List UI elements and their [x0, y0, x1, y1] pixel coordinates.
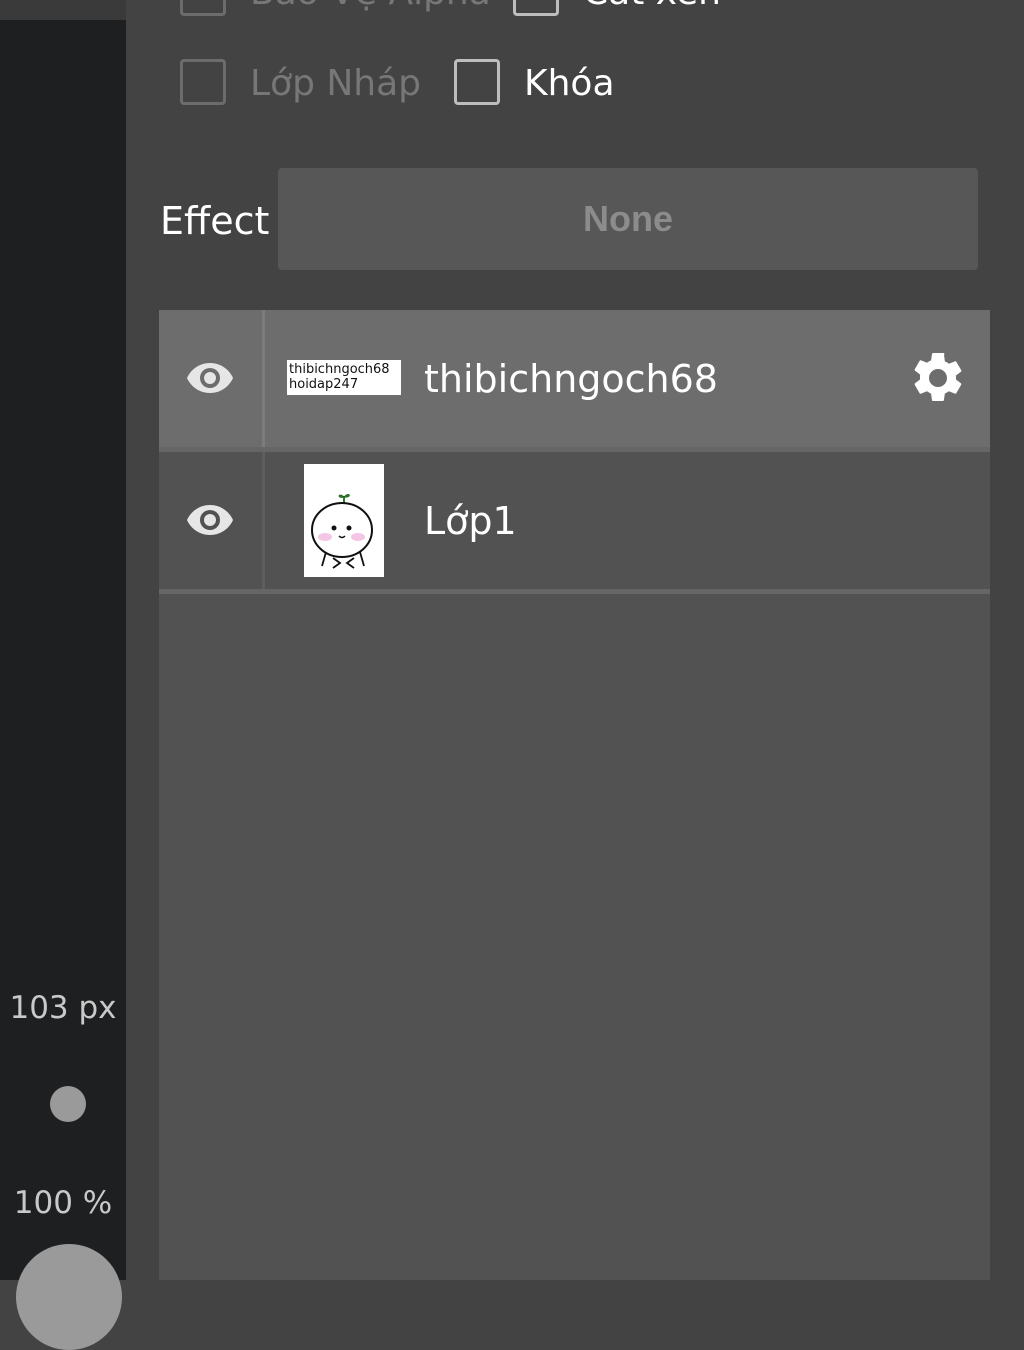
layer-visibility-toggle[interactable] — [159, 310, 262, 447]
draft-layer-checkbox[interactable] — [180, 59, 226, 105]
layer-name: Lớp1 — [424, 499, 517, 543]
opacity-readout: 100 % — [13, 1185, 113, 1221]
row-divider — [159, 589, 990, 594]
sticker-character-image — [311, 494, 373, 569]
layer-thumbnail — [304, 464, 384, 577]
opacity-knob[interactable] — [16, 1244, 122, 1350]
lock-label: Khóa — [524, 63, 615, 104]
clipping-checkbox[interactable] — [513, 0, 559, 16]
alpha-protect-checkbox[interactable] — [180, 0, 226, 16]
thumbnail-text-line: thibichngoch68 — [289, 362, 390, 377]
layer-name: thibichngoch68 — [424, 357, 718, 401]
left-tool-strip: 103 px 100 % — [0, 0, 126, 1350]
column-divider — [262, 310, 265, 447]
layer-thumbnail: thibichngoch68 hoidap247 — [287, 360, 401, 395]
eye-icon — [187, 505, 233, 535]
lock-checkbox[interactable] — [454, 59, 500, 105]
layer-row-thibichngoch68[interactable]: thibichngoch68 hoidap247 thibichngoch68 — [159, 310, 990, 452]
layer-list: thibichngoch68 hoidap247 thibichngoch68 — [159, 310, 990, 1280]
gear-icon[interactable] — [908, 348, 968, 408]
brush-size-readout: 103 px — [9, 990, 117, 1026]
layer-row-lop1[interactable]: Lớp1 — [159, 452, 990, 594]
effect-select-button[interactable]: None — [278, 168, 978, 270]
alpha-protect-label: Bảo Vệ Alpha — [250, 0, 491, 16]
clipping-label: Cắt xén — [583, 0, 721, 16]
layer-visibility-toggle[interactable] — [159, 452, 262, 589]
eye-icon — [187, 363, 233, 393]
column-divider — [262, 452, 265, 589]
draft-layer-label: Lớp Nháp — [250, 63, 422, 104]
brush-size-preview[interactable] — [50, 1086, 86, 1122]
effect-label: Effect — [160, 199, 270, 243]
thumbnail-text-line: hoidap247 — [289, 377, 359, 392]
strip-top-cap — [0, 0, 126, 20]
